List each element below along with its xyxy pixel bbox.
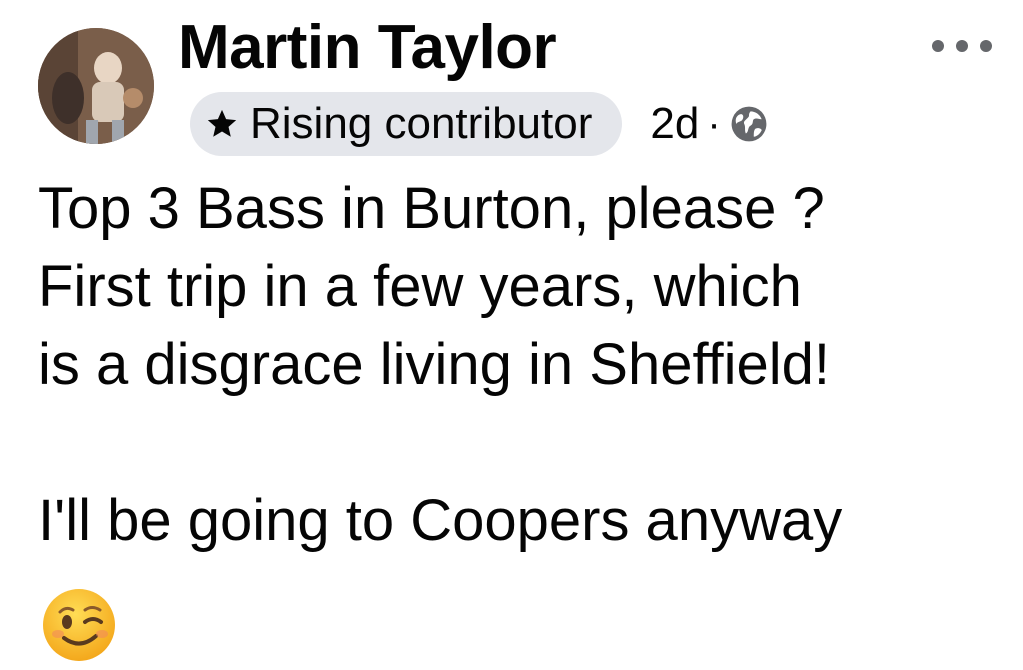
post-timestamp[interactable]: 2d <box>650 99 699 149</box>
author-name[interactable]: Martin Taylor <box>178 12 557 83</box>
badge-label: Rising contributor <box>250 99 593 148</box>
avatar[interactable] <box>38 28 154 144</box>
rising-contributor-badge[interactable]: Rising contributor <box>190 92 623 156</box>
post-text-line: Top 3 Bass in Burton, please ? <box>38 176 825 241</box>
star-icon <box>202 104 242 144</box>
post-text-line: First trip in a few years, which <box>38 254 802 319</box>
more-options-icon-dot <box>980 40 992 52</box>
post-card: Martin Taylor Rising contributor 2d · To… <box>0 0 1023 670</box>
more-options-icon <box>932 40 944 52</box>
post-text-line: I'll be going to Coopers anyway <box>38 488 843 553</box>
more-options-button[interactable] <box>928 28 996 64</box>
post-text-blank-line <box>38 404 998 482</box>
author-meta-row: Rising contributor 2d · <box>190 92 769 156</box>
globe-icon[interactable] <box>729 104 769 144</box>
meta-separator: · <box>707 101 721 146</box>
avatar-image <box>38 28 154 144</box>
winking-face-emoji <box>40 586 118 664</box>
post-text: Top 3 Bass in Burton, please ? First tri… <box>38 170 998 560</box>
post-text-line: is a disgrace living in Sheffield! <box>38 332 831 397</box>
post-meta: 2d · <box>650 99 768 149</box>
more-options-icon-dot <box>956 40 968 52</box>
